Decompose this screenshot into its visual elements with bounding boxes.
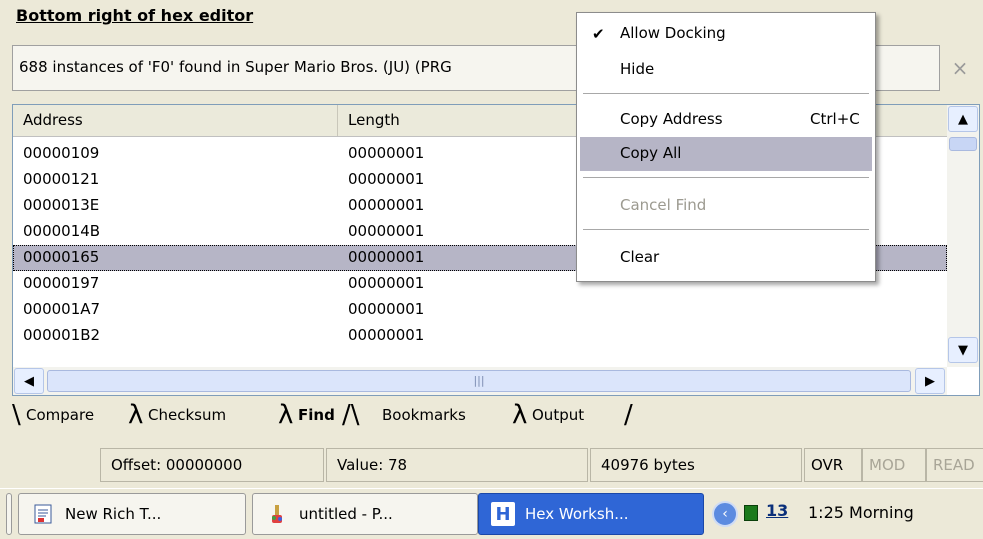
menu-separator xyxy=(583,229,869,230)
address-cell: 0000013E xyxy=(23,196,100,214)
offset-readout: Offset: 00000000 xyxy=(100,448,324,482)
menu-item-label: Copy Address xyxy=(620,110,723,128)
taskbar-clock[interactable]: 1:25 Morning xyxy=(808,503,914,522)
taskbar: New Rich T... untitled - P... H Hex Work… xyxy=(0,488,983,539)
menu-item-shortcut: Ctrl+C xyxy=(810,110,860,128)
length-cell: 00000001 xyxy=(348,222,425,240)
address-cell: 000001B2 xyxy=(23,326,101,344)
horizontal-scrollbar[interactable]: ◀ ||| ▶ xyxy=(13,367,947,395)
value-readout: Value: 78 xyxy=(326,448,588,482)
column-header-address[interactable]: Address xyxy=(13,105,338,136)
tab-divider: λ xyxy=(512,400,528,430)
menu-item-copy-address[interactable]: Copy Address Ctrl+C xyxy=(580,103,872,137)
menu-item-label: Copy All xyxy=(620,144,682,162)
status-bar: Offset: 00000000 Value: 78 40976 bytes O… xyxy=(0,448,983,482)
menu-item-hide[interactable]: Hide xyxy=(580,53,872,87)
checkmark-icon: ✔ xyxy=(592,25,605,43)
tab-divider: λ xyxy=(278,400,294,430)
mod-indicator: MOD xyxy=(862,448,926,482)
address-cell: 00000165 xyxy=(23,248,100,266)
close-icon[interactable]: × xyxy=(940,45,980,91)
tab-divider: \ xyxy=(12,400,21,430)
menu-item-cancel-find: Cancel Find xyxy=(580,189,872,223)
tab-find[interactable]: Find xyxy=(298,400,335,432)
tab-divider: λ xyxy=(128,400,144,430)
menu-item-allow-docking[interactable]: ✔ Allow Docking xyxy=(580,17,872,51)
tab-bookmarks[interactable]: Bookmarks xyxy=(382,400,466,432)
tab-divider: /\ xyxy=(342,400,360,430)
tray-expand-icon[interactable]: ‹ xyxy=(712,501,738,527)
panel-title: Bottom right of hex editor xyxy=(16,6,254,25)
menu-item-copy-all[interactable]: Copy All xyxy=(580,137,872,171)
read-indicator: READ xyxy=(926,448,983,482)
scroll-down-icon[interactable]: ▼ xyxy=(948,337,978,363)
task-label: Hex Worksh... xyxy=(525,505,629,523)
length-cell: 00000001 xyxy=(348,326,425,344)
table-row[interactable]: 000001B2 00000001 xyxy=(13,323,947,349)
tab-compare[interactable]: Compare xyxy=(26,400,94,432)
vertical-scrollbar[interactable]: ▲ ▼ xyxy=(947,105,979,367)
length-cell: 00000001 xyxy=(348,248,425,266)
scroll-right-icon[interactable]: ▶ xyxy=(915,368,945,394)
address-cell: 00000121 xyxy=(23,170,100,188)
paint-brush-icon xyxy=(265,502,289,526)
task-button-paint[interactable]: untitled - P... xyxy=(252,493,478,535)
file-size-readout: 40976 bytes xyxy=(590,448,802,482)
menu-item-label: Cancel Find xyxy=(620,196,707,214)
address-cell: 0000014B xyxy=(23,222,101,240)
table-row[interactable]: 000001A7 00000001 xyxy=(13,297,947,323)
horizontal-scroll-thumb[interactable]: ||| xyxy=(47,370,911,392)
address-cell: 00000197 xyxy=(23,274,100,292)
ovr-indicator: OVR xyxy=(804,448,862,482)
vertical-scroll-thumb[interactable] xyxy=(949,137,977,151)
context-menu: ✔ Allow Docking Hide Copy Address Ctrl+C… xyxy=(576,12,876,282)
task-button-partial[interactable] xyxy=(6,493,12,535)
length-cell: 00000001 xyxy=(348,196,425,214)
address-cell: 000001A7 xyxy=(23,300,101,318)
menu-separator xyxy=(583,177,869,178)
length-cell: 00000001 xyxy=(348,300,425,318)
menu-item-label: Clear xyxy=(620,248,660,266)
column-header-length[interactable]: Length xyxy=(338,105,598,136)
tray-app-icon[interactable] xyxy=(744,505,758,521)
length-cell: 00000001 xyxy=(348,144,425,162)
tab-output[interactable]: Output xyxy=(532,400,584,432)
scroll-up-icon[interactable]: ▲ xyxy=(948,106,978,132)
menu-item-clear[interactable]: Clear xyxy=(580,241,872,275)
menu-item-label: Allow Docking xyxy=(620,24,726,42)
task-label: New Rich T... xyxy=(65,505,162,523)
tab-divider: / xyxy=(624,400,633,430)
tray-calendar-icon[interactable]: 13 xyxy=(766,501,788,520)
menu-separator xyxy=(583,93,869,94)
length-cell: 00000001 xyxy=(348,170,425,188)
tab-strip: \ Compare λ Checksum λ Find /\ Bookmarks… xyxy=(12,400,980,434)
task-button-wordpad[interactable]: New Rich T... xyxy=(18,493,246,535)
task-label: untitled - P... xyxy=(299,505,393,523)
wordpad-document-icon xyxy=(31,502,55,526)
address-cell: 00000109 xyxy=(23,144,100,162)
task-button-hex-workshop[interactable]: H Hex Worksh... xyxy=(478,493,704,535)
scroll-left-icon[interactable]: ◀ xyxy=(14,368,44,394)
menu-item-label: Hide xyxy=(620,60,655,78)
length-cell: 00000001 xyxy=(348,274,425,292)
tab-checksum[interactable]: Checksum xyxy=(148,400,226,432)
hex-workshop-icon: H xyxy=(491,502,515,526)
